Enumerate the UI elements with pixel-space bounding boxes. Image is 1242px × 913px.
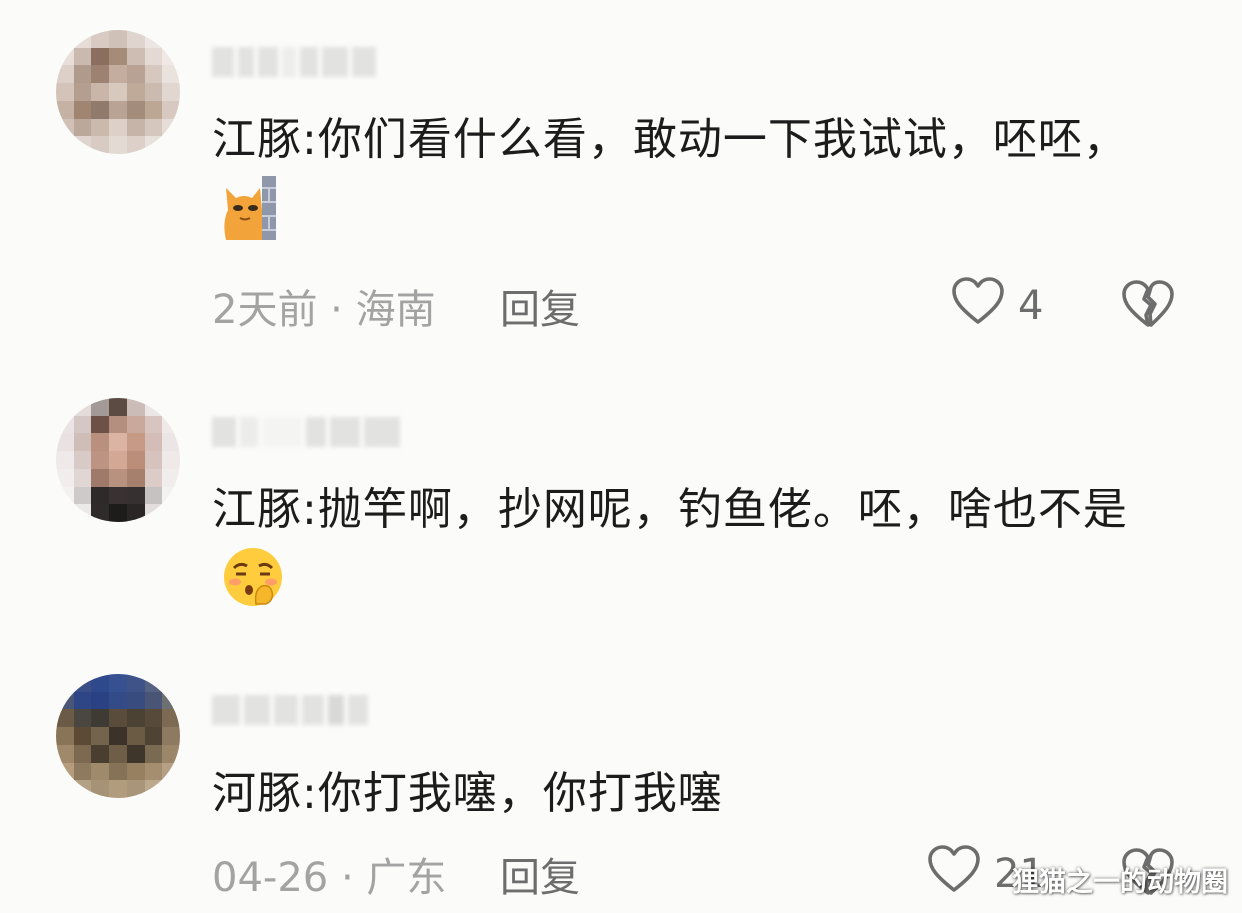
heart-icon xyxy=(950,276,1006,336)
reply-button[interactable]: 回复 xyxy=(500,844,580,904)
dislike-button[interactable] xyxy=(1120,276,1176,336)
reply-button[interactable]: 回复 xyxy=(500,276,580,336)
username-blurred[interactable] xyxy=(212,412,400,452)
comment-body: 江豚:抛竿啊，抄网呢，钓鱼佬。呸，啥也不是 xyxy=(212,484,1128,535)
comment-text: 河豚:你打我噻，你打我噻 xyxy=(212,758,1172,830)
heart-icon xyxy=(926,844,982,904)
comment-item: 江豚:抛竿啊，抄网呢，钓鱼佬。呸，啥也不是 xyxy=(0,360,1242,660)
username-blurred[interactable] xyxy=(212,690,368,730)
comment-item: 江豚:你们看什么看，敢动一下我试试，呸呸， 2天前 · 海南 回复 4 xyxy=(0,0,1242,360)
avatar[interactable] xyxy=(56,30,180,154)
shush-face-icon xyxy=(220,546,286,630)
comment-body: 江豚:你们看什么看，敢动一下我试试，呸呸， xyxy=(212,114,1128,165)
broken-heart-icon xyxy=(1120,279,1176,333)
like-button[interactable]: 4 xyxy=(950,276,1043,336)
comment-body: 河豚:你打我噻，你打我噻 xyxy=(212,768,723,819)
like-count: 4 xyxy=(1018,283,1044,329)
comment-meta: 2天前 · 海南 xyxy=(212,287,436,333)
comment-text: 江豚:你们看什么看，敢动一下我试试，呸呸， xyxy=(212,104,1172,264)
avatar[interactable] xyxy=(56,398,180,522)
comment-meta: 04-26 · 广东 xyxy=(212,855,447,901)
comment-text: 江豚:抛竿啊，抄网呢，钓鱼佬。呸，啥也不是 xyxy=(212,474,1172,630)
cat-wall-peek-icon xyxy=(220,176,280,264)
watermark: 狸猫之一的动物圈 xyxy=(1012,867,1228,898)
comment-list: 江豚:你们看什么看，敢动一下我试试，呸呸， 2天前 · 海南 回复 4 江豚:抛… xyxy=(0,0,1242,913)
username-blurred[interactable] xyxy=(212,42,376,82)
avatar[interactable] xyxy=(56,674,180,798)
